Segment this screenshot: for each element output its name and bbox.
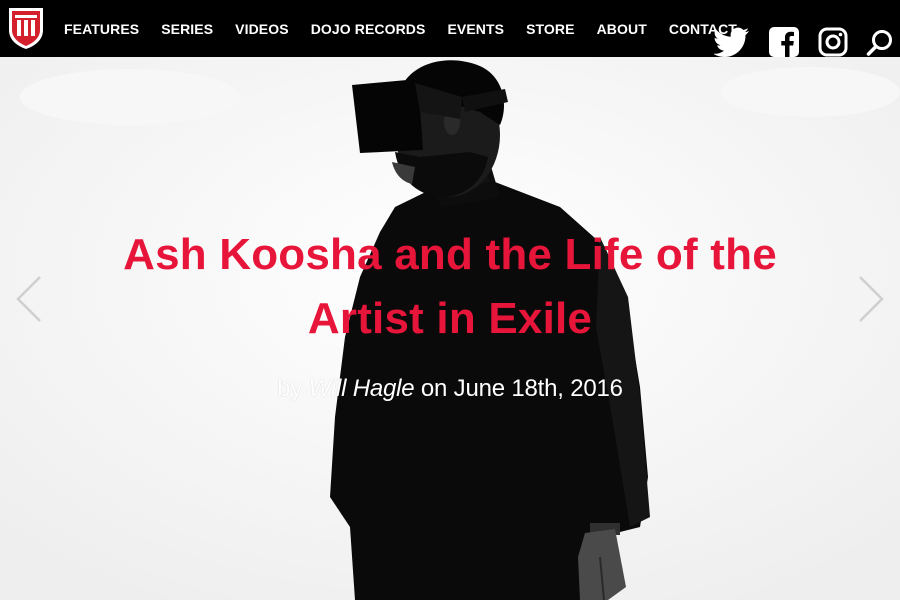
search-icon[interactable]	[866, 14, 894, 71]
menu-item-series[interactable]: SERIES	[161, 21, 213, 37]
featured-article-hero[interactable]: Ash Koosha and the Life of the Artist in…	[0, 57, 900, 600]
chevron-right-icon[interactable]	[856, 275, 886, 328]
chevron-left-icon[interactable]	[14, 275, 44, 328]
top-navigation-bar: FEATURES SERIES VIDEOS DOJO RECORDS EVEN…	[0, 0, 900, 57]
menu-item-videos[interactable]: VIDEOS	[235, 21, 289, 37]
menu-item-about[interactable]: ABOUT	[597, 21, 647, 37]
main-menu: FEATURES SERIES VIDEOS DOJO RECORDS EVEN…	[64, 0, 759, 57]
menu-item-store[interactable]: STORE	[526, 21, 574, 37]
menu-item-features[interactable]: FEATURES	[64, 21, 139, 37]
shield-logo-icon	[9, 8, 43, 49]
menu-item-dojo-records[interactable]: DOJO RECORDS	[311, 21, 426, 37]
author-link[interactable]: Will Hagle	[309, 375, 415, 402]
article-byline: by Will Hagle on June 18th, 2016	[0, 375, 900, 403]
article-headline[interactable]: Ash Koosha and the Life of the Artist in…	[70, 223, 830, 351]
twitter-icon[interactable]	[714, 13, 750, 70]
facebook-icon[interactable]	[769, 13, 799, 70]
publish-date: on June 18th, 2016	[420, 375, 623, 402]
instagram-icon[interactable]	[818, 13, 848, 70]
byline-prefix: by	[277, 375, 303, 402]
site-logo[interactable]	[7, 6, 45, 50]
menu-item-events[interactable]: EVENTS	[447, 21, 504, 37]
